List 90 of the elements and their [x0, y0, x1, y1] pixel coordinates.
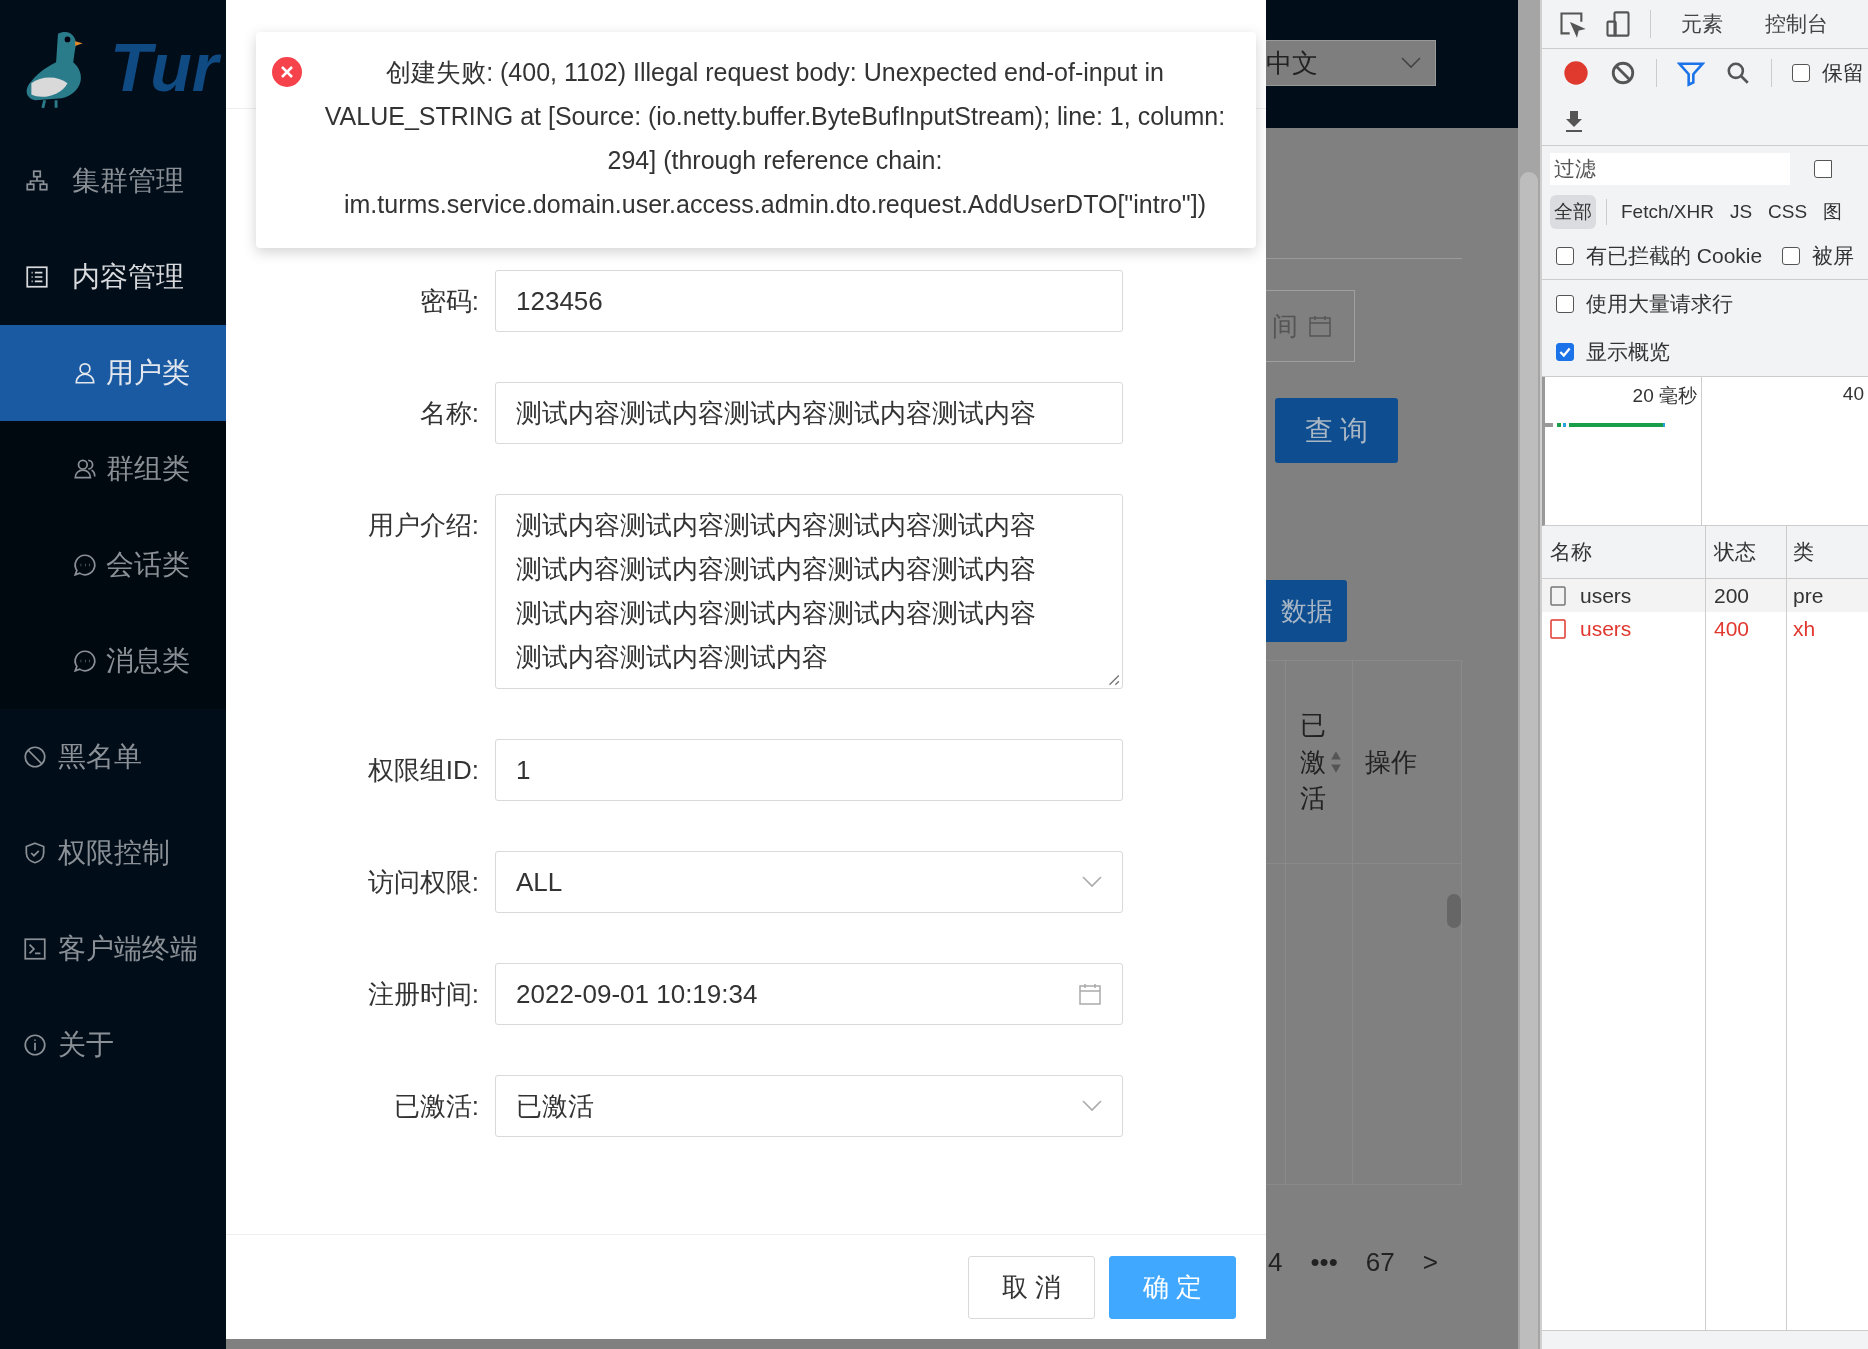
request-row[interactable]: users 200 pre	[1542, 579, 1868, 612]
devtools-tab[interactable]: 元素	[1669, 0, 1735, 48]
timeline-tick: 20 毫秒	[1632, 384, 1697, 408]
info-icon	[22, 1032, 48, 1058]
error-icon	[272, 57, 302, 87]
request-status: 400	[1706, 612, 1787, 645]
scrollbar-thumb[interactable]	[1447, 894, 1461, 928]
menu-item[interactable]: 关于	[0, 997, 226, 1093]
timeline-tick: 40	[1842, 383, 1864, 405]
scrollbar-thumb[interactable]	[1520, 172, 1538, 1349]
calendar-icon	[1078, 982, 1102, 1006]
filter-icon[interactable]	[1677, 59, 1705, 87]
column-header: 已激活	[1300, 709, 1326, 816]
column-header: 状态	[1706, 526, 1787, 578]
shield-icon	[22, 840, 48, 866]
preserve-log-checkbox[interactable]: 保留	[1792, 59, 1864, 87]
chevron-down-icon	[1082, 1100, 1102, 1112]
resize-grip-icon	[1106, 672, 1120, 686]
menu-item[interactable]: 内容管理	[0, 229, 226, 325]
device-icon[interactable]	[1604, 10, 1632, 38]
setting-checkbox[interactable]: 使用大量请求行	[1556, 290, 1868, 318]
chat-icon	[72, 552, 98, 578]
text-area[interactable]: 测试内容测试内容测试内容测试内容测试内容测试内容测试内容测试内容测试内容测试内容测试内容测试内容测试内容测试内容测试内容测试内容测试内容测试内容	[495, 494, 1123, 689]
query-button[interactable]: 查 询	[1275, 398, 1398, 463]
request-name: users	[1580, 583, 1632, 608]
field-label: 注册时间:	[366, 978, 480, 1011]
document-icon	[1550, 618, 1566, 639]
setting-checkbox[interactable]: 显示概览	[1556, 338, 1868, 366]
pagination-item[interactable]: •••	[1310, 1247, 1338, 1278]
submenu-item[interactable]: 消息类	[0, 613, 226, 709]
request-type: xh	[1792, 615, 1817, 642]
menu-item[interactable]: 集群管理	[0, 133, 226, 229]
field-label: 密码:	[418, 285, 480, 318]
request-type: pre	[1792, 582, 1825, 609]
pagination-item[interactable]: 4	[1268, 1247, 1283, 1278]
user-icon	[72, 360, 98, 386]
list-icon	[24, 264, 50, 290]
record-icon[interactable]	[1562, 59, 1590, 87]
column-header: 操作	[1365, 745, 1417, 779]
date-field[interactable]: 2022-09-01 10:19:34	[495, 963, 1123, 1025]
chevron-down-icon	[1082, 876, 1102, 888]
checkmark-icon	[1558, 345, 1572, 359]
input-field[interactable]: 123456	[495, 270, 1123, 332]
select-field[interactable]: ALL	[495, 851, 1123, 913]
option-checkbox[interactable]: 有已拦截的 Cookie	[1556, 242, 1763, 270]
search-icon[interactable]	[1725, 60, 1751, 86]
language-select[interactable]: 中文	[1266, 40, 1436, 86]
column-header: 名称	[1542, 526, 1706, 578]
submenu-item[interactable]: 群组类	[0, 421, 226, 517]
logo-text: Tur	[110, 27, 219, 106]
field-label: 用户介绍:	[366, 509, 480, 542]
chevron-down-icon	[1401, 57, 1421, 69]
cancel-button[interactable]: 取 消	[968, 1255, 1095, 1319]
ban-icon	[22, 744, 48, 770]
type-filter-chip[interactable]: 全部	[1550, 195, 1596, 229]
input-field[interactable]: 1	[495, 739, 1123, 801]
input-field[interactable]: 测试内容测试内容测试内容测试内容测试内容	[495, 382, 1123, 444]
calendar-icon	[1308, 314, 1332, 338]
field-label: 访问权限:	[366, 866, 480, 899]
request-row[interactable]: users 400 xh	[1542, 612, 1868, 645]
filter-field[interactable]: 过滤	[1550, 152, 1790, 185]
submenu-item[interactable]: 用户类	[0, 325, 226, 421]
type-filter-chip[interactable]: JS	[1725, 197, 1757, 227]
pagination-item[interactable]: 67	[1365, 1247, 1395, 1278]
request-name: users	[1580, 616, 1632, 641]
menu-item[interactable]: 黑名单	[0, 709, 226, 805]
type-filter-chip[interactable]: Fetch/XHR	[1617, 197, 1718, 227]
error-message: 创建失败: (400, 1102) Illegal request body: Unexpected end-of-input in VALUE_STRING at [Source: (io.netty.buffer.ByteBufInputStream); line: 1, column: 294] (through reference chain: im.turms.service.domain.user.access.admin.dto.request.AddUserDTO["intro"])	[323, 57, 1227, 220]
option-checkbox[interactable]: 被屏	[1782, 242, 1855, 270]
cluster-icon	[24, 168, 50, 194]
submenu-item[interactable]: 会话类	[0, 517, 226, 613]
menu-item[interactable]: 权限控制	[0, 805, 226, 901]
column-header: 类	[1792, 539, 1815, 565]
data-button[interactable]: 数据	[1266, 580, 1347, 642]
terminal-icon	[22, 936, 48, 962]
chat-icon	[72, 648, 98, 674]
field-label: 权限组ID:	[366, 754, 480, 787]
field-label: 已激活:	[392, 1090, 480, 1123]
type-filter-chip[interactable]: CSS	[1764, 197, 1812, 227]
clear-icon[interactable]	[1610, 60, 1636, 86]
menu-item[interactable]: 客户端终端	[0, 901, 226, 997]
checkbox[interactable]	[1814, 159, 1832, 178]
type-filter-chip[interactable]: 图	[1819, 195, 1847, 229]
select-field[interactable]: 已激活	[495, 1075, 1123, 1137]
request-status: 200	[1706, 579, 1787, 612]
document-icon	[1550, 585, 1566, 606]
devtools-tab[interactable]: 控制台	[1753, 0, 1840, 48]
field-label: 名称:	[418, 397, 480, 430]
pagination-item[interactable]: >	[1422, 1247, 1438, 1278]
inspect-icon[interactable]	[1558, 10, 1586, 38]
